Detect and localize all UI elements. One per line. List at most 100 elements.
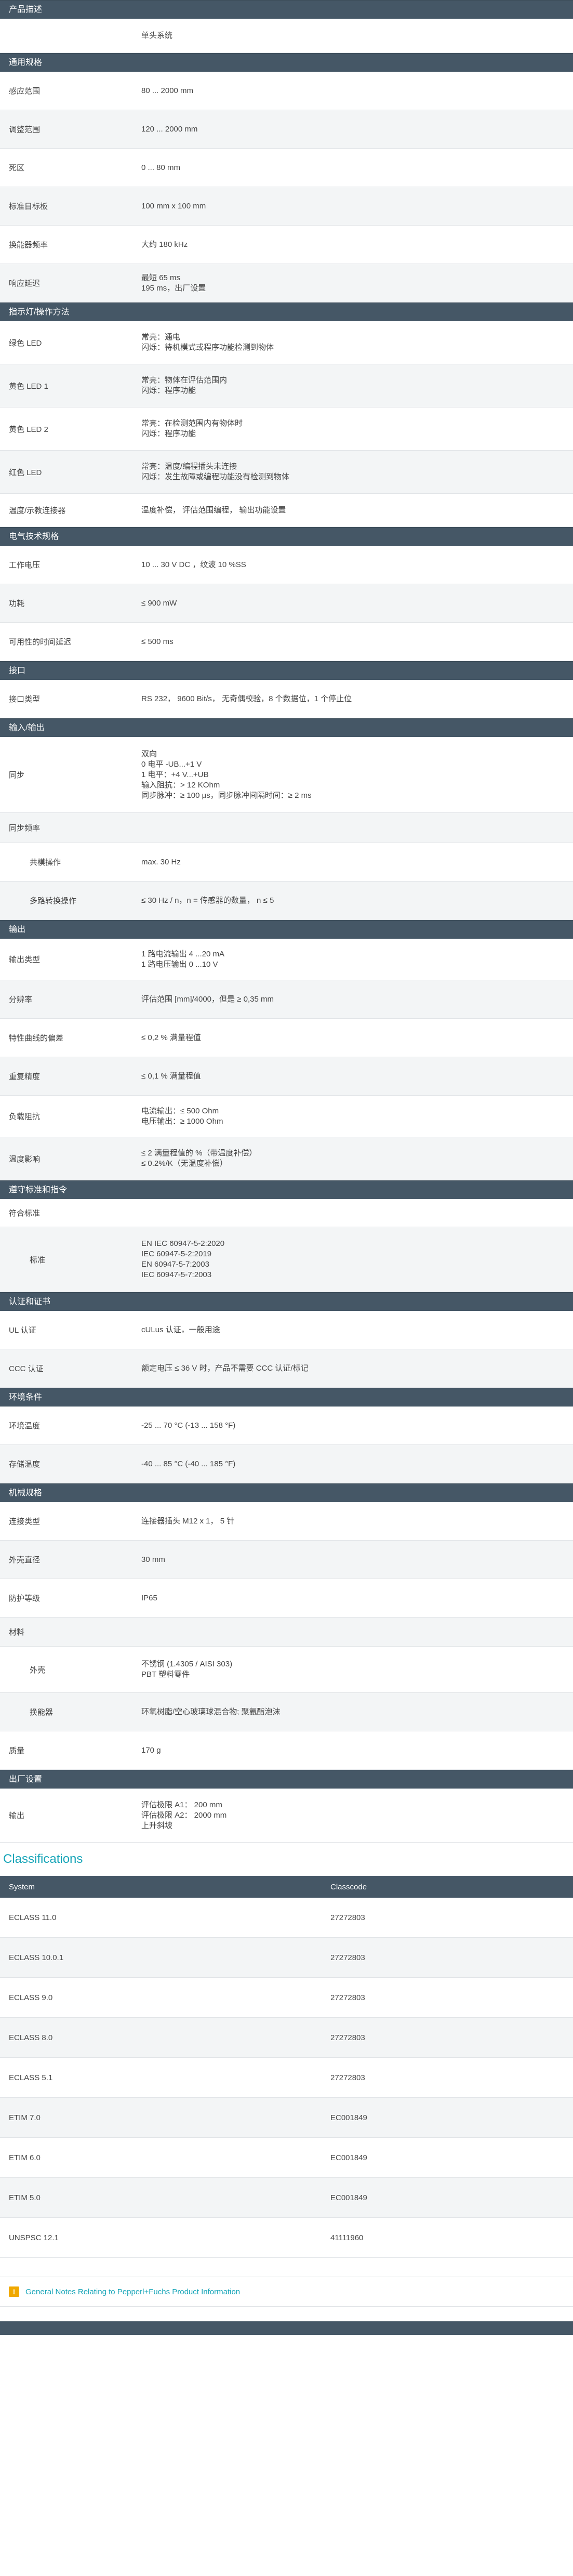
spec-value: 电流输出：≤ 500 Ohm 电压输出：≥ 1000 Ohm (141, 1106, 223, 1126)
spec-value: 80 ... 2000 mm (141, 86, 194, 95)
classcode-cell: 27272803 (330, 1913, 365, 1922)
spec-value: 常亮：物体在评估范围内 闪烁：程序功能 (141, 376, 228, 395)
spec-value: ≤ 0,2 % 满量程值 (141, 1033, 201, 1042)
spec-label: 符合标准 (9, 1209, 41, 1218)
system-cell: ECLASS 5.1 (9, 2073, 53, 2082)
section-header: 电气技术规格 (0, 527, 573, 546)
general-notes-link[interactable]: General Notes Relating to Pepperl+Fuchs … (25, 2288, 240, 2296)
spec-row: UL 认证 cULus 认证，一般用途 (0, 1311, 573, 1349)
spec-value: ≤ 900 mW (141, 598, 177, 608)
system-cell: ETIM 7.0 (9, 2113, 41, 2122)
spec-value: 100 mm x 100 mm (141, 201, 206, 211)
spec-label: 换能器 (30, 1708, 54, 1717)
spec-value: cULus 认证，一般用途 (141, 1325, 220, 1334)
table-row: ETIM 7.0 EC001849 (0, 2098, 573, 2138)
spec-value: IP65 (141, 1593, 157, 1602)
classifications-rows: ECLASS 11.0 27272803 ECLASS 10.0.1 27272803… (0, 1898, 573, 2258)
spec-label: 共模操作 (30, 858, 61, 867)
classcode-cell: 27272803 (330, 2033, 365, 2042)
spec-row: 防护等级 IP65 (0, 1579, 573, 1618)
system-cell: ECLASS 10.0.1 (9, 1953, 64, 1962)
spec-row: 特性曲线的偏差 ≤ 0,2 % 满量程值 (0, 1019, 573, 1057)
spec-row: 黄色 LED 2 常亮：在检测范围内有物体时 闪烁：程序功能 (0, 408, 573, 451)
spec-label: 特性曲线的偏差 (9, 1034, 64, 1043)
classcode-cell: 27272803 (330, 1993, 365, 2002)
spec-label: 感应范围 (9, 87, 41, 96)
spec-value: -25 ... 70 °C (-13 ... 158 °F) (141, 1421, 236, 1430)
classcode-cell: EC001849 (330, 2153, 367, 2162)
spec-label: 调整范围 (9, 125, 41, 134)
section-header: 认证和证书 (0, 1292, 573, 1311)
spec-row: 材料 (0, 1618, 573, 1647)
classifications-header: System Classcode (0, 1876, 573, 1898)
spec-row: 符合标准 (0, 1199, 573, 1227)
section-header: 遵守标准和指令 (0, 1180, 573, 1199)
spec-label: 红色 LED (9, 468, 42, 477)
classcode-cell: 27272803 (330, 2073, 365, 2082)
spec-row: 输出类型 1 路电流输出 4 ...20 mA 1 路电压输出 0 ...10 V (0, 939, 573, 980)
footer-bar (0, 2321, 573, 2335)
section-header: 输入/输出 (0, 718, 573, 737)
spec-label: 温度/示教连接器 (9, 506, 66, 515)
section-header: 通用规格 (0, 53, 573, 72)
spec-value: 120 ... 2000 mm (141, 124, 198, 134)
classifications-title: Classifications (3, 1852, 83, 1866)
general-notes: ! General Notes Relating to Pepperl+Fuch… (0, 2277, 573, 2307)
spec-label: 负载阻抗 (9, 1112, 41, 1121)
table-row: ECLASS 8.0 27272803 (0, 2018, 573, 2058)
spec-value: 170 g (141, 1745, 161, 1755)
spec-label: 同步 (9, 771, 25, 780)
system-cell: UNSPSC 12.1 (9, 2233, 59, 2242)
spec-value: 常亮：温度/编程插头未连接 闪烁：发生故障或编程功能没有检测到物体 (141, 462, 290, 481)
system-cell: ETIM 5.0 (9, 2193, 41, 2202)
spec-label: 黄色 LED 1 (9, 382, 48, 391)
spec-value: 额定电压 ≤ 36 V 时，产品不需要 CCC 认证/标记 (141, 1363, 309, 1373)
spec-row: 调整范围 120 ... 2000 mm (0, 110, 573, 149)
spec-label: 分辨率 (9, 995, 33, 1004)
table-row: ECLASS 10.0.1 27272803 (0, 1938, 573, 1978)
product-datasheet: 产品描述单头系统通用规格感应范围 80 ... 2000 mm 调整范围 120 ..… (0, 0, 573, 2335)
spec-value: max. 30 Hz (141, 857, 181, 866)
spec-value: EN IEC 60947-5-2:2020 IEC 60947-5-2:2019… (141, 1239, 225, 1279)
spec-label: 重复精度 (9, 1072, 41, 1081)
section-header: 产品描述 (0, 0, 573, 19)
spec-row: 外壳 不锈钢 (1.4305 / AISI 303) PBT 塑料零件 (0, 1647, 573, 1693)
spec-row: 死区 0 ... 80 mm (0, 149, 573, 187)
spec-label: CCC 认证 (9, 1364, 44, 1373)
spec-label: 输出类型 (9, 955, 41, 964)
spec-label: 存储温度 (9, 1460, 41, 1469)
classifications-table: System Classcode ECLASS 11.0 27272803 ECLA… (0, 1876, 573, 2258)
spec-row: 工作电压 10 ... 30 V DC ，纹波 10 %SS (0, 546, 573, 584)
spec-label: 绿色 LED (9, 338, 42, 348)
spec-value: 10 ... 30 V DC ，纹波 10 %SS (141, 560, 246, 569)
spec-label: 材料 (9, 1628, 25, 1637)
spec-row: 单头系统 (0, 19, 573, 53)
table-row: ECLASS 9.0 27272803 (0, 1978, 573, 2018)
spec-row: 共模操作 max. 30 Hz (0, 843, 573, 882)
spec-value: ≤ 30 Hz / n，n = 传感器的数量， n ≤ 5 (141, 896, 274, 905)
spec-label: UL 认证 (9, 1326, 36, 1335)
spec-row: CCC 认证 额定电压 ≤ 36 V 时，产品不需要 CCC 认证/标记 (0, 1349, 573, 1388)
spec-label: 标准 (30, 1255, 46, 1265)
table-row: ECLASS 5.1 27272803 (0, 2058, 573, 2098)
spec-value: 单头系统 (141, 31, 173, 40)
section-header: 指示灯/操作方法 (0, 303, 573, 321)
spec-value: 连接器插头 M12 x 1， 5 针 (141, 1516, 235, 1526)
spec-label: 多路转换操作 (30, 897, 77, 905)
spec-value: 0 ... 80 mm (141, 163, 181, 172)
section-header: 输出 (0, 920, 573, 939)
spec-row: 响应延迟 最短 65 ms 195 ms，出厂设置 (0, 264, 573, 303)
spec-label: 功耗 (9, 599, 25, 608)
classcode-cell: 27272803 (330, 1953, 365, 1962)
spec-value: 1 路电流输出 4 ...20 mA 1 路电压输出 0 ...10 V (141, 949, 225, 969)
spec-row: 接口类型 RS 232， 9600 Bit/s， 无奇偶校验，8 个数据位，1 个… (0, 680, 573, 718)
spec-row: 输出 评估极限 A1： 200 mm 评估极限 A2： 2000 mm 上升斜坡 (0, 1789, 573, 1843)
spec-row: 多路转换操作 ≤ 30 Hz / n，n = 传感器的数量， n ≤ 5 (0, 882, 573, 920)
spec-label: 外壳 (30, 1665, 46, 1675)
spec-row: 质量 170 g (0, 1731, 573, 1770)
spec-label: 黄色 LED 2 (9, 425, 48, 434)
spec-row: 感应范围 80 ... 2000 mm (0, 72, 573, 110)
column-header-classcode: Classcode (330, 1882, 367, 1891)
spec-value: 温度补偿， 评估范围编程， 输出功能设置 (141, 505, 286, 515)
column-header-system: System (9, 1882, 35, 1891)
